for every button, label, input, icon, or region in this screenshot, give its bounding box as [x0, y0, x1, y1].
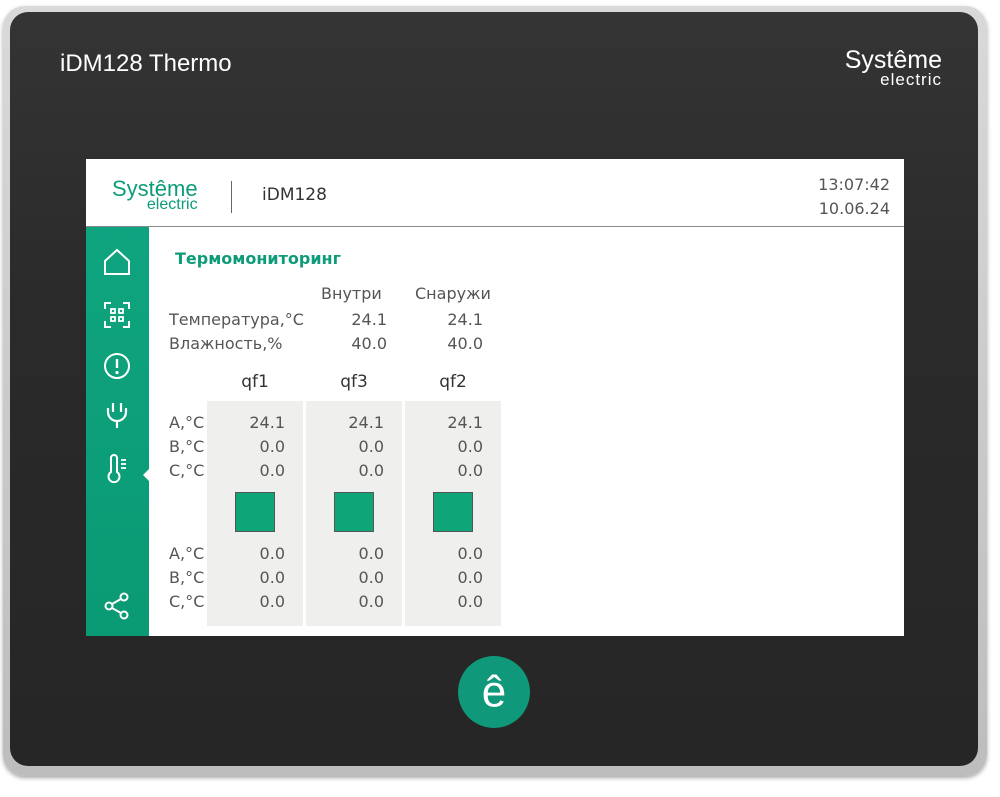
- breaker-value: 0.0: [358, 544, 384, 563]
- sidebar-item-power[interactable]: [100, 398, 134, 432]
- device-title: iDM128 Thermo: [60, 50, 232, 77]
- alert-icon: [104, 353, 130, 379]
- breaker-value: 0.0: [457, 544, 483, 563]
- breaker-value: 0.0: [358, 461, 384, 480]
- breaker-value: 0.0: [457, 568, 483, 587]
- share-icon: [104, 592, 129, 620]
- temperature-outside: 24.1: [447, 310, 483, 329]
- sidebar: [86, 227, 150, 636]
- breaker-name-qf1: qf1: [241, 372, 269, 392]
- temperature-inside: 24.1: [351, 310, 387, 329]
- column-header-inside: Внутри: [321, 284, 382, 303]
- brand-glyph: ê: [481, 667, 507, 716]
- breaker-value: 0.0: [259, 544, 285, 563]
- clock-date: 10.06.24: [818, 199, 890, 218]
- device-name: iDM128: [262, 185, 327, 205]
- breaker-value: 0.0: [457, 437, 483, 456]
- breaker-value: 0.0: [358, 592, 384, 611]
- page-title: Термомониторинг: [175, 249, 341, 268]
- breaker-column-qf1: 24.1 0.0 0.0 0.0 0.0 0.0: [207, 401, 303, 626]
- phase-label: A,°C: [169, 413, 205, 432]
- humidity-inside: 40.0: [351, 334, 387, 353]
- breaker-value: 24.1: [447, 413, 483, 432]
- breaker-value: 0.0: [259, 461, 285, 480]
- phase-label: C,°C: [169, 461, 205, 480]
- phase-label: A,°C: [169, 544, 205, 563]
- header-divider: [231, 181, 232, 213]
- breaker-value: 0.0: [358, 437, 384, 456]
- scan-icon: [104, 302, 130, 328]
- breaker-value: 0.0: [259, 592, 285, 611]
- breaker-status-indicator[interactable]: [433, 492, 473, 532]
- breaker-status-indicator[interactable]: [334, 492, 374, 532]
- humidity-outside: 40.0: [447, 334, 483, 353]
- thermometer-icon: [107, 454, 126, 483]
- home-icon: [104, 248, 130, 275]
- bezel-brand-logo: Systême electric: [844, 46, 942, 89]
- breaker-value: 0.0: [457, 461, 483, 480]
- sidebar-item-home[interactable]: [100, 245, 134, 279]
- sidebar-item-alarms[interactable]: [100, 349, 134, 383]
- breaker-value: 0.0: [259, 437, 285, 456]
- breaker-value: 0.0: [259, 568, 285, 587]
- breaker-value: 0.0: [358, 568, 384, 587]
- home-logo-button[interactable]: ê: [458, 656, 530, 728]
- row-label-humidity: Влажность,%: [169, 334, 283, 353]
- screen-header: Systême electric iDM128 13:07:42 10.06.2…: [86, 159, 904, 227]
- breaker-value: 0.0: [457, 592, 483, 611]
- sidebar-item-thermo[interactable]: [100, 451, 134, 485]
- main-content: Термомониторинг Внутри Снаружи Температу…: [149, 227, 904, 636]
- column-header-outside: Снаружи: [415, 284, 491, 303]
- breaker-status-indicator[interactable]: [235, 492, 275, 532]
- phase-label: B,°C: [169, 568, 205, 587]
- breaker-value: 24.1: [348, 413, 384, 432]
- phase-label: C,°C: [169, 592, 205, 611]
- plug-icon: [106, 403, 128, 428]
- sidebar-item-scan[interactable]: [100, 298, 134, 332]
- sidebar-item-network[interactable]: [100, 589, 134, 623]
- breaker-name-qf3: qf3: [340, 372, 368, 392]
- breaker-column-qf3: 24.1 0.0 0.0 0.0 0.0 0.0: [306, 401, 402, 626]
- clock-time: 13:07:42: [818, 175, 890, 194]
- screen-brand-logo: Systême electric: [112, 176, 198, 213]
- touch-screen: Systême electric iDM128 13:07:42 10.06.2…: [86, 159, 904, 636]
- breaker-name-qf2: qf2: [439, 372, 467, 392]
- row-label-temperature: Температура,°С: [169, 310, 304, 329]
- phase-label: B,°C: [169, 437, 205, 456]
- breaker-value: 24.1: [249, 413, 285, 432]
- breaker-column-qf2: 24.1 0.0 0.0 0.0 0.0 0.0: [405, 401, 501, 626]
